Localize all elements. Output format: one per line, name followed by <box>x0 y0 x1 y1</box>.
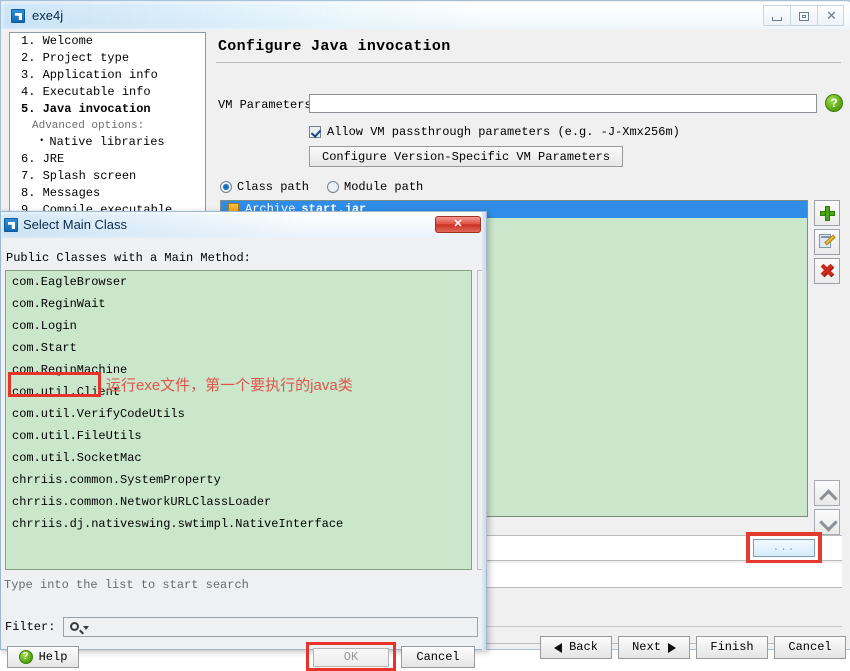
select-main-class-dialog: Select Main Class ✕ Public Classes with … <box>0 211 487 671</box>
arrow-right-icon <box>667 642 676 653</box>
passthrough-label: Allow VM passthrough parameters (e.g. -J… <box>327 125 680 139</box>
titlebar-glow <box>2 2 602 29</box>
chevron-down-icon <box>819 513 838 532</box>
minimize-button[interactable] <box>763 5 790 26</box>
sidebar-item-executable-info[interactable]: 4. Executable info <box>10 84 205 101</box>
filter-row: Filter: <box>5 617 479 637</box>
help-icon[interactable]: ? <box>825 94 843 112</box>
dialog-body: Public Classes with a Main Method: com.E… <box>1 238 487 671</box>
move-up-button[interactable] <box>814 480 840 508</box>
vm-parameters-input[interactable] <box>309 94 817 113</box>
annotation-text: 运行exe文件，第一个要执行的java类 <box>106 377 353 394</box>
sidebar-item-welcome[interactable]: 1. Welcome <box>10 33 205 50</box>
help-button-label: Help <box>38 650 68 664</box>
list-item[interactable]: com.ReginWait <box>6 293 471 315</box>
window-title: exe4j <box>32 8 64 23</box>
back-button[interactable]: Back <box>540 636 612 659</box>
close-icon: ✕ <box>826 9 837 24</box>
minimize-icon <box>772 17 782 21</box>
list-item[interactable]: com.Login <box>6 315 471 337</box>
maximize-button[interactable] <box>790 5 817 26</box>
passthrough-checkbox[interactable] <box>309 126 321 138</box>
selected-class-highlight <box>8 372 101 397</box>
close-button[interactable]: ✕ <box>817 5 844 26</box>
arrow-left-icon <box>554 642 563 653</box>
sidebar-item-jre[interactable]: 6. JRE <box>10 151 205 168</box>
search-icon <box>70 622 80 631</box>
delete-entry-button[interactable]: ✖ <box>814 258 840 284</box>
sidebar-item-splash-screen[interactable]: 7. Splash screen <box>10 168 205 185</box>
sidebar-item-application-info[interactable]: 3. Application info <box>10 67 205 84</box>
sidebar-group-advanced-options: Advanced options: <box>32 120 145 132</box>
wizard-steps-panel: 1. Welcome 2. Project type 3. Applicatio… <box>9 32 206 241</box>
passthrough-checkbox-row[interactable]: Allow VM passthrough parameters (e.g. -J… <box>309 125 680 139</box>
maximize-icon <box>799 12 809 21</box>
help-button[interactable]: ? Help <box>7 646 79 668</box>
title-divider <box>216 62 841 63</box>
list-item[interactable]: com.util.FileUtils <box>6 425 471 447</box>
list-item[interactable]: chrriis.common.SystemProperty <box>6 469 471 491</box>
filter-input[interactable] <box>63 617 479 637</box>
dialog-titlebar: Select Main Class ✕ <box>1 212 486 238</box>
red-x-icon: ✖ <box>819 260 835 282</box>
cancel-button[interactable]: Cancel <box>774 636 846 659</box>
back-button-label: Back <box>569 640 598 654</box>
filter-label: Filter: <box>5 620 56 634</box>
sidebar-item-messages[interactable]: 8. Messages <box>10 185 205 202</box>
module-path-label: Module path <box>344 180 424 194</box>
class-path-radio[interactable] <box>220 181 232 193</box>
list-item[interactable]: chrriis.common.NetworkURLClassLoader <box>6 491 471 513</box>
exe4j-application-window: exe4j ✕ 1. Welcome 2. Project type 3. Ap… <box>0 0 850 671</box>
public-classes-label: Public Classes with a Main Method: <box>6 251 251 265</box>
exe4j-icon <box>4 218 18 232</box>
dialog-title: Select Main Class <box>23 217 128 232</box>
window-titlebar: exe4j ✕ <box>2 2 850 29</box>
dialog-cancel-button[interactable]: Cancel <box>401 646 475 668</box>
list-item[interactable]: com.util.VerifyCodeUtils <box>6 403 471 425</box>
exe4j-icon <box>11 9 25 23</box>
search-hint: Type into the list to start search <box>4 578 249 592</box>
next-button-label: Next <box>632 640 661 654</box>
path-mode-group: Class path Module path <box>220 180 423 194</box>
list-item[interactable]: chrriis.dj.nativeswing.swtimpl.NativeInt… <box>6 513 471 535</box>
wizard-navigation: Back Next Finish Cancel <box>540 636 850 659</box>
window-controls: ✕ <box>763 5 844 26</box>
sidebar-item-native-libraries[interactable]: Native libraries <box>10 134 205 151</box>
dialog-right-edge <box>482 212 486 651</box>
vm-parameters-label: VM Parameters: <box>218 98 319 112</box>
main-class-list[interactable]: com.EagleBrowser com.ReginWait com.Login… <box>5 270 472 570</box>
ok-button-highlight <box>306 642 396 671</box>
browse-button-highlight <box>746 532 822 564</box>
classpath-toolbar: ✖ <box>814 200 842 287</box>
list-item[interactable]: com.EagleBrowser <box>6 271 471 293</box>
page-title: Configure Java invocation <box>218 38 451 55</box>
class-path-label: Class path <box>237 180 310 194</box>
chevron-up-icon <box>819 489 838 508</box>
chevron-down-icon <box>83 626 90 630</box>
sidebar-item-java-invocation[interactable]: 5. Java invocation <box>10 101 205 118</box>
module-path-radio[interactable] <box>327 181 340 193</box>
add-entry-button[interactable] <box>814 200 840 226</box>
next-button[interactable]: Next <box>618 636 690 659</box>
finish-button[interactable]: Finish <box>696 636 768 659</box>
list-item[interactable]: com.Start <box>6 337 471 359</box>
edit-entry-button[interactable] <box>814 229 840 255</box>
configure-version-specific-vm-parameters-button[interactable]: Configure Version-Specific VM Parameters <box>309 146 624 167</box>
list-item[interactable]: com.util.SocketMac <box>6 447 471 469</box>
dialog-close-button[interactable]: ✕ <box>435 216 481 233</box>
help-icon: ? <box>18 650 33 664</box>
sidebar-item-project-type[interactable]: 2. Project type <box>10 50 205 67</box>
